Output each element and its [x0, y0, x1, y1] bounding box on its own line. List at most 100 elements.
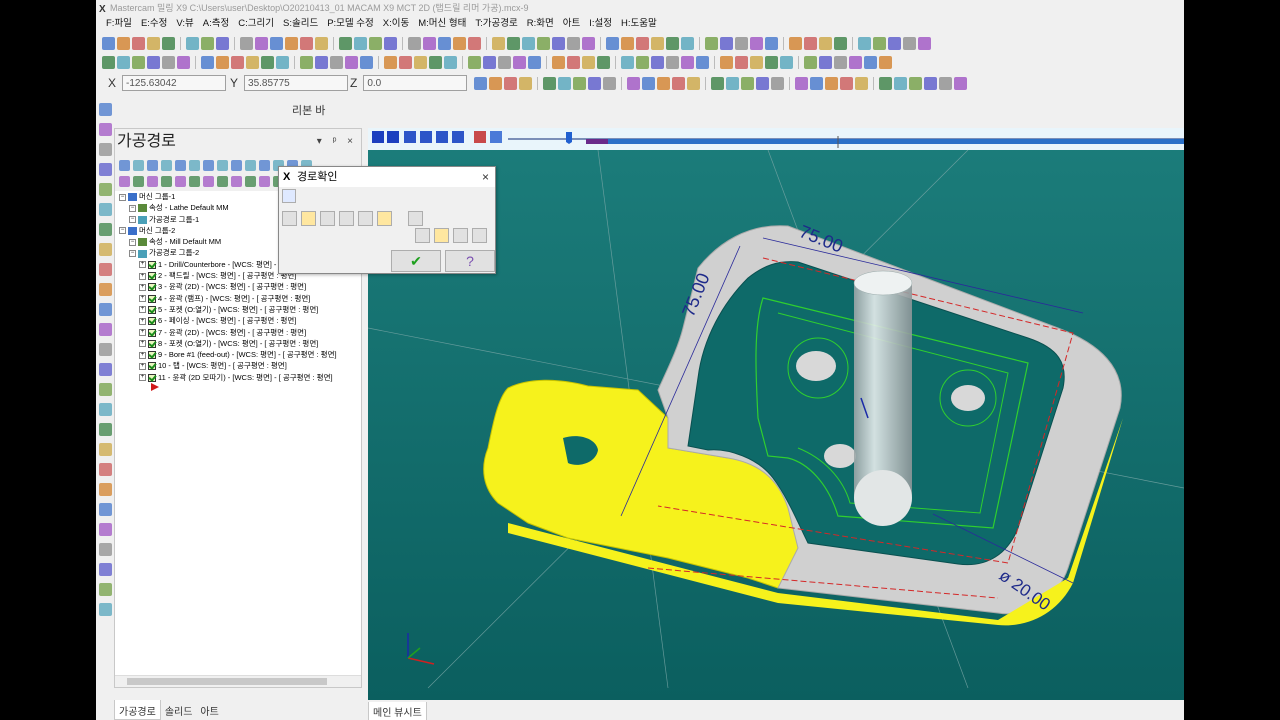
- toolbar-tool-icon[interactable]: [132, 55, 145, 69]
- expand-icon[interactable]: +: [139, 272, 146, 280]
- toolbar-tool-icon[interactable]: [423, 36, 436, 50]
- menu-item[interactable]: V:뷰: [176, 18, 193, 29]
- toolbar-tool-icon[interactable]: [735, 36, 748, 50]
- tree-item[interactable]: +6 - 페이싱 - [WCS: 평면] - [ 공구평면 : 평면]: [115, 315, 361, 326]
- toolbar-tool-icon[interactable]: [162, 55, 175, 69]
- toolbar-tool-icon[interactable]: [597, 55, 610, 69]
- position-track[interactable]: [608, 139, 1184, 144]
- toolpath-manager-tool-icon[interactable]: [231, 175, 242, 187]
- toolpath-manager-tool-icon[interactable]: [259, 159, 270, 171]
- toolbar-tool-icon[interactable]: [552, 36, 565, 50]
- toolpath-manager-tool-icon[interactable]: [217, 159, 228, 171]
- menu-item[interactable]: H:도움말: [621, 18, 657, 29]
- toolbar-tool-icon[interactable]: [102, 36, 115, 50]
- toolbar-tool-icon[interactable]: [468, 36, 481, 50]
- toolbar-tool-icon[interactable]: [315, 55, 328, 69]
- toolpath-manager-tool-icon[interactable]: [259, 175, 270, 187]
- coordinate-tool-icon[interactable]: [672, 76, 685, 90]
- toolbar-tool-icon[interactable]: [240, 36, 253, 50]
- coordinate-tool-icon[interactable]: [756, 76, 769, 90]
- expand-icon[interactable]: −: [129, 204, 136, 212]
- coordinate-tool-icon[interactable]: [504, 76, 517, 90]
- side-tool-icon[interactable]: [99, 143, 112, 156]
- toolbar-tool-icon[interactable]: [507, 36, 520, 50]
- coordinate-tool-icon[interactable]: [771, 76, 784, 90]
- rapid-display-icon[interactable]: [358, 211, 373, 226]
- toolbar-tool-icon[interactable]: [636, 55, 649, 69]
- toolbar-tool-icon[interactable]: [696, 55, 709, 69]
- expand-icon[interactable]: +: [139, 374, 146, 382]
- toolbar-tool-icon[interactable]: [804, 36, 817, 50]
- toolpath-manager-tool-icon[interactable]: [119, 175, 130, 187]
- toolbar-tool-icon[interactable]: [246, 55, 259, 69]
- toolbar-tool-icon[interactable]: [117, 55, 130, 69]
- display-toggle-icon[interactable]: [490, 131, 502, 143]
- toolbar-tool-icon[interactable]: [789, 36, 802, 50]
- toolbar-tool-icon[interactable]: [186, 36, 199, 50]
- toolbar-tool-icon[interactable]: [780, 55, 793, 69]
- toolbar-tool-icon[interactable]: [468, 55, 481, 69]
- toolbar-tool-icon[interactable]: [147, 55, 160, 69]
- ok-button[interactable]: ✔: [391, 250, 441, 272]
- menu-item[interactable]: F:파일: [106, 18, 132, 29]
- toolbar-tool-icon[interactable]: [582, 36, 595, 50]
- toolbar-tool-icon[interactable]: [201, 55, 214, 69]
- side-tool-icon[interactable]: [99, 303, 112, 316]
- expand-icon[interactable]: −: [119, 227, 126, 235]
- insert-arrow-icon[interactable]: [115, 383, 361, 394]
- coordinate-tool-icon[interactable]: [603, 76, 616, 90]
- operation-check-icon[interactable]: [148, 294, 156, 303]
- toolbar-tool-icon[interactable]: [765, 55, 778, 69]
- toolpath-manager-tool-icon[interactable]: [245, 175, 256, 187]
- play-button-icon[interactable]: [372, 131, 384, 143]
- side-tool-icon[interactable]: [99, 123, 112, 136]
- side-tool-icon[interactable]: [99, 543, 112, 556]
- side-tool-icon[interactable]: [99, 363, 112, 376]
- coordinate-tool-icon[interactable]: [573, 76, 586, 90]
- hide-path-icon[interactable]: [434, 228, 449, 243]
- toolbar-tool-icon[interactable]: [255, 36, 268, 50]
- toolbar-tool-icon[interactable]: [849, 55, 862, 69]
- toolbar-tool-icon[interactable]: [384, 55, 397, 69]
- expand-icon[interactable]: +: [139, 340, 146, 348]
- expand-icon[interactable]: −: [129, 238, 136, 246]
- operation-check-icon[interactable]: [148, 283, 156, 292]
- toolbar-tool-icon[interactable]: [621, 55, 634, 69]
- scrollbar-thumb[interactable]: [127, 678, 327, 685]
- coordinate-tool-icon[interactable]: [627, 76, 640, 90]
- toolbar-tool-icon[interactable]: [408, 36, 421, 50]
- horizontal-scrollbar[interactable]: [115, 675, 361, 687]
- side-tool-icon[interactable]: [99, 203, 112, 216]
- coordinate-tool-icon[interactable]: [924, 76, 937, 90]
- toolbar-tool-icon[interactable]: [216, 55, 229, 69]
- toolbar-tool-icon[interactable]: [438, 36, 451, 50]
- coordinate-tool-icon[interactable]: [519, 76, 532, 90]
- toolbar-tool-icon[interactable]: [162, 36, 175, 50]
- screenshot-icon[interactable]: [453, 228, 468, 243]
- toolbar-tool-icon[interactable]: [147, 36, 160, 50]
- toolbar-tool-icon[interactable]: [285, 36, 298, 50]
- backplot-settings-icon[interactable]: [282, 211, 297, 226]
- toolpath-manager-tool-icon[interactable]: [161, 159, 172, 171]
- toolbar-tool-icon[interactable]: [705, 36, 718, 50]
- toolbar-tool-icon[interactable]: [621, 36, 634, 50]
- coordinate-tool-icon[interactable]: [711, 76, 724, 90]
- expand-icon[interactable]: +: [139, 351, 146, 359]
- menu-item[interactable]: S:솔리드: [283, 18, 318, 29]
- side-tool-icon[interactable]: [99, 383, 112, 396]
- tree-item[interactable]: +5 - 포켓 (O:열기) - [WCS: 평면] - [ 공구평면 : 평면…: [115, 304, 361, 315]
- toolbar-tool-icon[interactable]: [414, 55, 427, 69]
- menu-item[interactable]: I:설정: [589, 18, 612, 29]
- coordinate-tool-icon[interactable]: [741, 76, 754, 90]
- toolbar-tool-icon[interactable]: [681, 55, 694, 69]
- dialog-close-button[interactable]: ×: [482, 167, 489, 187]
- toolbar-tool-icon[interactable]: [804, 55, 817, 69]
- tree-item[interactable]: +9 - Bore #1 (feed-out) - [WCS: 평면] - [ …: [115, 349, 361, 360]
- rewind-button-icon[interactable]: [404, 131, 416, 143]
- toolbar-tool-icon[interactable]: [354, 36, 367, 50]
- toolbar-tool-icon[interactable]: [528, 55, 541, 69]
- x-coordinate-input[interactable]: [122, 75, 227, 91]
- toolbar-tool-icon[interactable]: [276, 55, 289, 69]
- coordinate-tool-icon[interactable]: [588, 76, 601, 90]
- tree-item[interactable]: +3 - 윤곽 (2D) - [WCS: 평면] - [ 공구평면 : 평면]: [115, 281, 361, 292]
